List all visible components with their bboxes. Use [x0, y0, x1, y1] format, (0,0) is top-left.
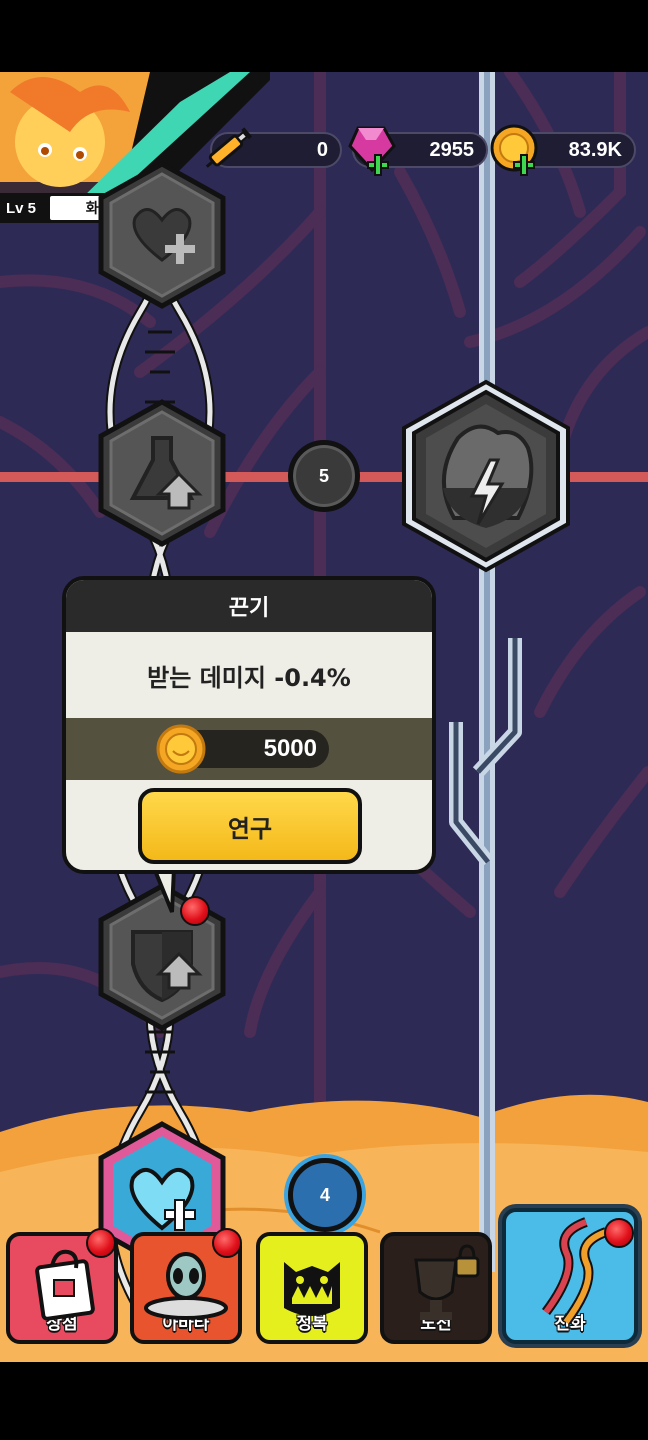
- skill-node-flask-upgrade[interactable]: [95, 398, 229, 548]
- node-cost-badge-lower: 4: [288, 1158, 362, 1232]
- node-cost-label: 5: [318, 465, 329, 486]
- status-bar: [0, 0, 648, 72]
- skill-detail-popup: 끈기 받는 데미지 -0.4% 5000 연구: [62, 576, 436, 874]
- research-button-label: 연구: [227, 814, 273, 843]
- monster-mouth-icon: [284, 1262, 340, 1316]
- system-nav-bar: [0, 1362, 648, 1440]
- coin-icon: [156, 724, 206, 774]
- shop-alert-dot: [86, 1228, 116, 1258]
- cost-value: 5000: [263, 735, 317, 762]
- node-cost-badge: 5: [288, 440, 360, 512]
- trophy-icon: [414, 1244, 480, 1320]
- nav-conquest[interactable]: 정복: [256, 1232, 368, 1344]
- popup-description: 받는 데미지 -0.4%: [147, 663, 351, 692]
- gem-count: 2955: [429, 138, 475, 161]
- avatar-alert-dot: [212, 1228, 242, 1258]
- node-cost-label-lower: 4: [319, 1184, 330, 1205]
- popup-cost-row: 5000: [66, 718, 432, 780]
- popup-tail: [151, 868, 177, 913]
- popup-title: 끈기: [66, 580, 432, 632]
- cost-pill: 5000: [156, 724, 329, 774]
- nav-challenge[interactable]: 도전: [380, 1232, 492, 1344]
- syringe-count: 0: [316, 138, 328, 161]
- skill-node-lightning-major[interactable]: [398, 378, 574, 574]
- gem-icon[interactable]: [346, 124, 398, 180]
- research-button[interactable]: 연구: [138, 788, 362, 864]
- evolution-alert-dot: [604, 1218, 634, 1248]
- skill-node-health[interactable]: [95, 160, 229, 310]
- coin-count: 83.9K: [568, 138, 622, 161]
- coin-icon[interactable]: [490, 124, 542, 180]
- level-label: Lv 5: [6, 199, 37, 217]
